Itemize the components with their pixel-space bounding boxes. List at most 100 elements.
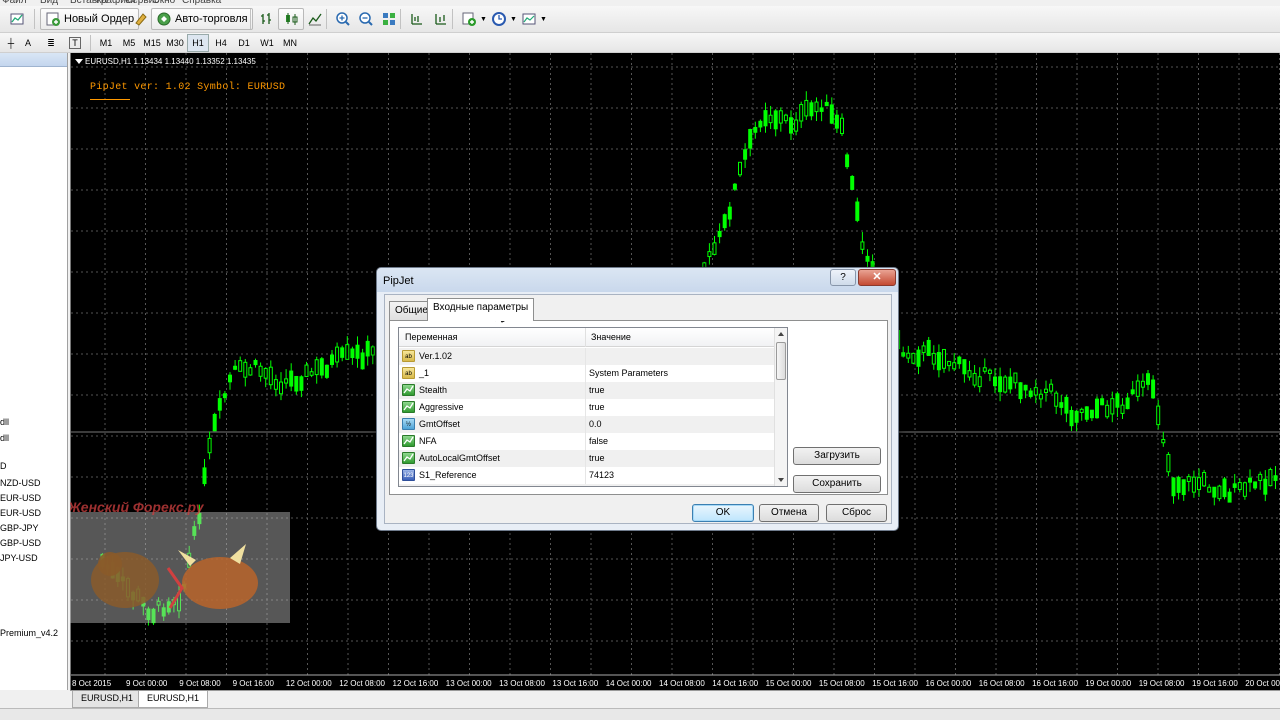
cancel-button[interactable]: Отмена [759, 504, 819, 522]
autoscroll-button[interactable] [428, 8, 454, 30]
candle-body [906, 352, 911, 359]
candle-body [916, 349, 921, 367]
text-label-tool-button[interactable]: T [64, 34, 86, 52]
candle-body [931, 352, 936, 365]
candle-body [207, 437, 212, 454]
navigator-item[interactable]: D [0, 461, 7, 471]
reset-button[interactable]: Сброс [826, 504, 887, 522]
timeframe-m5[interactable]: M5 [118, 34, 140, 52]
candle-body [921, 345, 926, 354]
candle-body [1120, 404, 1125, 414]
x-tick-label: 8 Oct 2015 [72, 679, 112, 688]
parameter-row[interactable]: ab _1 System Parameters [399, 365, 774, 382]
navigator-item[interactable]: EUR-USD [0, 508, 41, 518]
scroll-thumb[interactable] [776, 342, 786, 380]
templates-button[interactable]: ▼ [516, 8, 552, 30]
candle-body [1095, 398, 1099, 419]
metaeditor-icon [133, 11, 149, 27]
parameter-value[interactable]: 74123 [589, 470, 614, 480]
navigator-item[interactable]: EUR-USD [0, 493, 41, 503]
timeframe-h1[interactable]: H1 [187, 34, 209, 52]
parameter-row[interactable]: ½ GmtOffset 0.0 [399, 416, 774, 433]
timeframe-mn[interactable]: MN [279, 34, 301, 52]
candle-body [309, 371, 314, 376]
parameter-row[interactable]: AutoLocalGmtOffset true [399, 450, 774, 467]
new-order-button[interactable]: Новый Ордер [40, 8, 140, 30]
navigator-item[interactable]: GBP-USD [0, 538, 41, 548]
bool-type-icon [402, 384, 415, 396]
navigator-item[interactable]: JPY-USD [0, 553, 38, 563]
candlestick-button[interactable] [278, 8, 304, 30]
parameter-value[interactable]: true [589, 385, 605, 395]
timeframe-h4[interactable]: H4 [210, 34, 232, 52]
save-button[interactable]: Сохранить [793, 475, 881, 493]
metaeditor-button[interactable] [128, 8, 150, 30]
candle-body [319, 358, 324, 376]
parameter-row[interactable]: 123 S1_Reference 74123 [399, 467, 774, 484]
candle-body [987, 369, 992, 374]
candle-body [289, 370, 294, 387]
x-tick-label: 12 Oct 08:00 [339, 679, 385, 688]
parameter-row[interactable]: ab Ver.1.02 [399, 348, 774, 365]
timeframe-m15[interactable]: M15 [141, 34, 163, 52]
candle-body [1100, 398, 1105, 406]
chart-menu-icon[interactable] [75, 59, 83, 64]
parameter-value[interactable]: System Parameters [589, 368, 668, 378]
tile-windows-button[interactable] [376, 8, 402, 30]
candle-body [1217, 485, 1222, 500]
timeframe-d1[interactable]: D1 [233, 34, 255, 52]
scroll-down-icon[interactable] [778, 478, 784, 482]
candle-body [370, 346, 375, 356]
candle-body [758, 120, 763, 128]
parameter-value[interactable]: true [589, 453, 605, 463]
parameter-value[interactable]: false [589, 436, 608, 446]
grid-header: Переменная Значение [399, 328, 774, 347]
navigator-item[interactable]: dll [0, 417, 9, 427]
parameter-value[interactable]: true [589, 402, 605, 412]
timeframe-m1[interactable]: M1 [95, 34, 117, 52]
text-label-tool-label: T [69, 37, 81, 49]
help-button[interactable]: ? [830, 269, 856, 286]
x-tick-label: 16 Oct 00:00 [926, 679, 972, 688]
parameter-value[interactable]: 0.0 [589, 419, 602, 429]
navigator-item[interactable]: Premium_v4.2 [0, 628, 58, 638]
fibo-tool-button[interactable]: ≣ [40, 34, 62, 52]
parameter-row[interactable]: Stealth true [399, 382, 774, 399]
candle-body [1263, 478, 1268, 495]
chart-tab-2[interactable]: EURUSD,H1 [138, 691, 209, 708]
navigator-item[interactable]: NZD-USD [0, 478, 41, 488]
scroll-up-icon[interactable] [778, 332, 784, 336]
close-button[interactable]: ✕ [858, 269, 896, 286]
navigator-item[interactable]: GBP-JPY [0, 523, 39, 533]
new-chart-button[interactable] [4, 8, 26, 30]
candle-body [1258, 473, 1263, 481]
candle-body [202, 467, 207, 485]
dialog-titlebar[interactable]: PipJet ? ✕ [377, 268, 898, 292]
autotrading-button[interactable]: Авто-торговля [151, 8, 253, 30]
navigator-item[interactable]: dll [0, 433, 9, 443]
timeframe-m30[interactable]: M30 [164, 34, 186, 52]
line-chart-button[interactable] [302, 8, 328, 30]
timeframe-w1[interactable]: W1 [256, 34, 278, 52]
candle-body [722, 214, 727, 229]
candle-body [1064, 396, 1069, 414]
column-variable[interactable]: Переменная [405, 332, 458, 342]
candle-body [763, 110, 768, 127]
parameter-name: GmtOffset [419, 419, 460, 429]
parameter-row[interactable]: Aggressive true [399, 399, 774, 416]
grid-scrollbar[interactable] [774, 328, 787, 486]
bar-chart-button[interactable] [254, 8, 280, 30]
tab-inputs[interactable]: Входные параметры [427, 298, 535, 321]
text-tool-button[interactable]: A [17, 34, 39, 52]
chart-shift-button[interactable] [404, 8, 430, 30]
status-bar [0, 708, 1280, 720]
candle-body [957, 356, 962, 365]
parameter-name: _1 [419, 368, 430, 378]
column-value[interactable]: Значение [591, 332, 631, 342]
parameter-row[interactable]: NFA false [399, 433, 774, 450]
chart-tab-1[interactable]: EURUSD,H1 [72, 691, 143, 708]
load-button[interactable]: Загрузить [793, 447, 881, 465]
x-tick-label: 14 Oct 08:00 [659, 679, 705, 688]
candle-body [1207, 486, 1212, 493]
ok-button[interactable]: OK [692, 504, 754, 522]
